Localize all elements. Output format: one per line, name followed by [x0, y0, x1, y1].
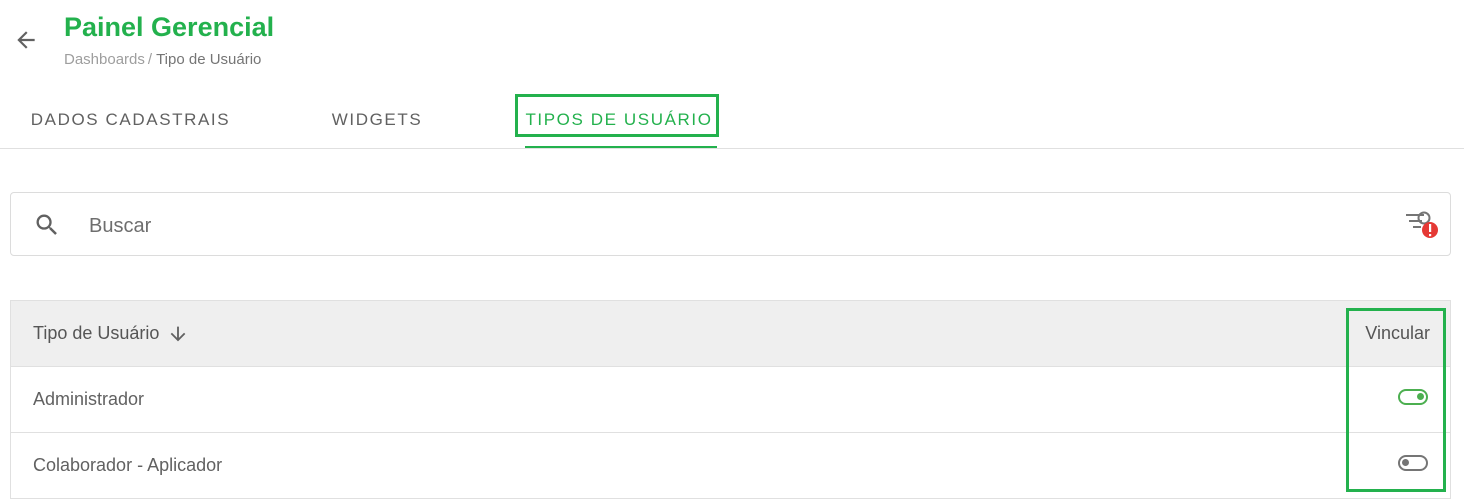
arrow-down-icon — [171, 326, 186, 341]
tab-tipos-de-usuario[interactable]: TIPOS DE USUÁRIO — [515, 92, 723, 148]
toggle-knob — [1417, 393, 1424, 400]
arrow-left-icon — [17, 31, 35, 49]
page-title: Painel Gerencial — [64, 12, 275, 42]
breadcrumb-parent[interactable]: Dashboards — [64, 51, 145, 68]
breadcrumb-separator: / — [147, 51, 153, 68]
filter-button[interactable] — [1404, 210, 1438, 240]
filter-alert-icon — [1406, 211, 1438, 238]
table-row: Colaborador - Aplicador — [11, 433, 1450, 499]
tab-widgets[interactable]: WIDGETS — [302, 92, 452, 148]
breadcrumb: Dashboards / Tipo de Usuário — [64, 51, 261, 68]
vincular-toggle[interactable] — [1398, 455, 1428, 471]
table-row: Administrador — [11, 367, 1450, 433]
cell-tipo: Colaborador - Aplicador — [33, 455, 223, 475]
table-header: Tipo de Usuário Vincular — [11, 301, 1450, 367]
active-tab-indicator — [525, 146, 717, 148]
tab-dados-cadastrais[interactable]: DADOS CADASTRAIS — [18, 92, 243, 148]
tab-tipos-de-usuario-label: TIPOS DE USUÁRIO — [525, 110, 713, 129]
breadcrumb-current: Tipo de Usuário — [156, 51, 262, 68]
cell-tipo: Administrador — [33, 389, 145, 409]
search-icon — [36, 214, 57, 235]
back-button[interactable] — [10, 24, 42, 56]
tab-bar: DADOS CADASTRAIS WIDGETS TIPOS DE USUÁRI… — [0, 92, 1464, 149]
column-header-tipo-label: Tipo de Usuário — [33, 323, 160, 343]
search-bar — [10, 192, 1451, 256]
column-header-tipo[interactable]: Tipo de Usuário — [33, 301, 189, 366]
column-header-vincular: Vincular — [1365, 323, 1430, 343]
user-types-table: Tipo de Usuário Vincular Administrador C… — [10, 300, 1451, 499]
vincular-toggle[interactable] — [1398, 389, 1428, 405]
toggle-knob — [1402, 459, 1409, 466]
search-input[interactable] — [87, 205, 1371, 247]
